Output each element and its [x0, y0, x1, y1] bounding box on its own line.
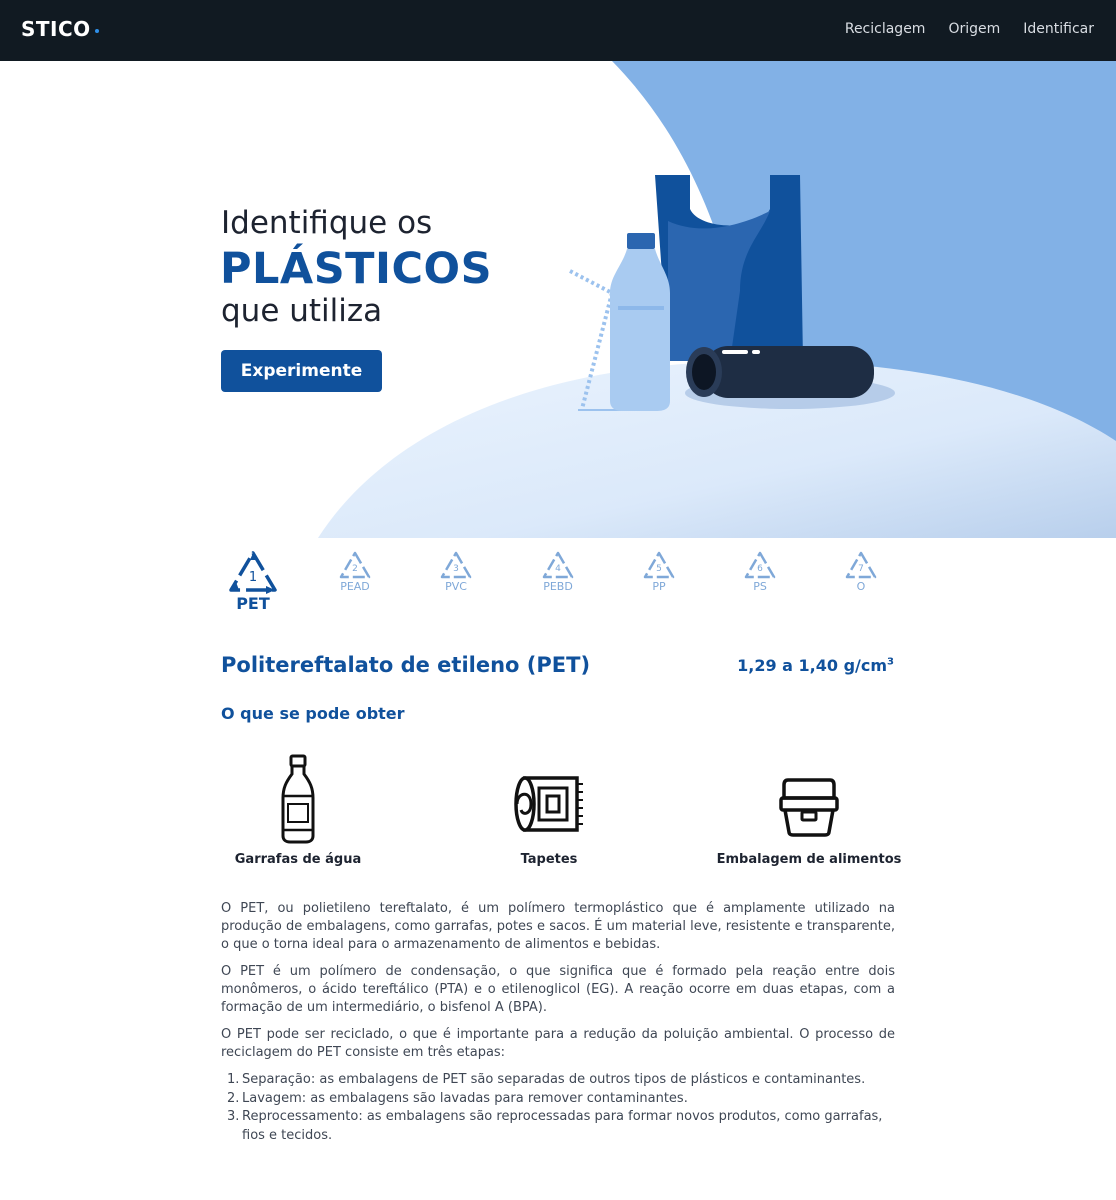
recycle-symbol-6-icon: 6 [744, 551, 776, 579]
svg-text:2: 2 [352, 564, 358, 574]
tab-label-pp: PP [652, 580, 666, 593]
logo[interactable]: STICO [21, 17, 91, 41]
svg-text:5: 5 [656, 564, 662, 574]
recycle-symbol-1-icon: 1 [229, 551, 277, 594]
product-label-food-packaging: Embalagem de alimentos [716, 852, 902, 867]
tab-pead[interactable]: 2 PEAD [305, 550, 405, 618]
tab-pet[interactable]: 1 PET [203, 550, 303, 618]
nav-link-origem[interactable]: Origem [948, 21, 1000, 37]
recycle-symbol-7-icon: 7 [845, 551, 877, 579]
product-food-packaging: Embalagem de alimentos [709, 752, 909, 867]
tab-label-ps: PS [753, 580, 767, 593]
svg-text:7: 7 [858, 564, 864, 574]
recycle-symbol-3-icon: 3 [440, 551, 472, 579]
food-container-icon [779, 778, 839, 837]
tab-ps[interactable]: 6 PS [710, 550, 810, 618]
list-item: 2. Lavagem: as embalagens são lavadas par… [227, 1090, 688, 1106]
list-item: 1. Separação: as embalagens de PET são se… [227, 1072, 866, 1087]
svg-text:1: 1 [249, 570, 257, 585]
tab-pebd[interactable]: 4 PEBD [508, 550, 608, 618]
product-water-bottles: Garrafas de água [198, 752, 398, 867]
hero-illustration [318, 61, 1116, 538]
svg-text:6: 6 [757, 564, 763, 574]
recycle-symbol-2-icon: 2 [339, 551, 371, 579]
tab-pp[interactable]: 5 PP [609, 550, 709, 618]
material-density: 1,29 a 1,40 g/cm3 [737, 656, 894, 675]
description-paragraph-3: O PET pode ser reciclado, o que é import… [221, 1027, 895, 1060]
recycling-steps-list: 1. Separação: as embalagens de PET são se… [221, 1071, 895, 1145]
tab-label-pvc: PVC [445, 580, 467, 593]
recycle-symbol-5-icon: 5 [643, 551, 675, 579]
nav-link-reciclagem[interactable]: Reciclagem [845, 21, 926, 37]
logo-dot [95, 29, 99, 33]
product-carpets: Tapetes [449, 752, 649, 867]
description-paragraph-1: O PET, ou polietileno tereftalato, é um … [221, 901, 895, 952]
hero-section: Identifique os PLÁSTICOS que utiliza Exp… [0, 61, 1116, 538]
description-paragraph-2: O PET é um polímero de condensação, o qu… [221, 964, 895, 1015]
list-item: 3. Reprocessamento: as embalagens são rep… [227, 1109, 883, 1143]
material-title: Politereftalato de etileno (PET) [221, 653, 591, 677]
tab-label-pebd: PEBD [543, 580, 573, 593]
pipe-icon [685, 346, 895, 409]
carpet-roll-icon [514, 776, 583, 832]
tab-label-pead: PEAD [340, 580, 370, 593]
tab-outros[interactable]: 7 O [811, 550, 911, 618]
nav-links: Reciclagem Origem Identificar [845, 21, 1094, 37]
tab-pvc[interactable]: 3 PVC [406, 550, 506, 618]
svg-text:4: 4 [555, 564, 561, 574]
water-bottle-icon [281, 754, 315, 844]
experimente-button[interactable]: Experimente [221, 350, 382, 392]
hero-heading-line3: que utiliza [221, 293, 383, 329]
tab-label-pet: PET [236, 594, 270, 613]
tab-label-outros: O [856, 580, 866, 593]
product-label-carpets: Tapetes [520, 852, 578, 867]
plastic-type-tabs: 1 PET 2 PEAD 3 PVC 4 PEBD 5 PP 6 PS 7 O [203, 550, 913, 620]
hero-heading-line1: Identifique os [221, 205, 433, 241]
product-label-water-bottles: Garrafas de água [234, 852, 362, 867]
recycle-symbol-4-icon: 4 [542, 551, 574, 579]
top-nav: STICO Reciclagem Origem Identificar [0, 0, 1116, 61]
hero-heading-highlight: PLÁSTICOS [220, 244, 493, 294]
obtain-section-title: O que se pode obter [221, 704, 405, 723]
svg-text:3: 3 [453, 564, 459, 574]
nav-link-identificar[interactable]: Identificar [1023, 21, 1094, 37]
